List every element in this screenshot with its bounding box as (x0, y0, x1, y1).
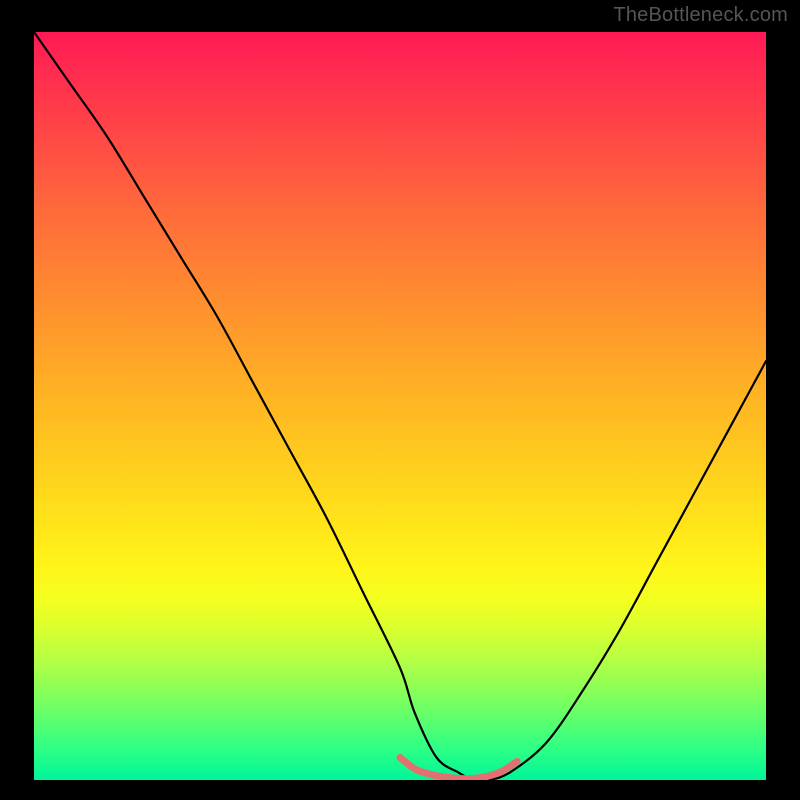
bottleneck-curve (34, 32, 766, 780)
curve-layer (34, 32, 766, 780)
watermark-text: TheBottleneck.com (613, 4, 788, 27)
chart-frame: TheBottleneck.com (0, 0, 800, 800)
plot-area (34, 32, 766, 780)
bottom-accent-curve (400, 758, 517, 779)
